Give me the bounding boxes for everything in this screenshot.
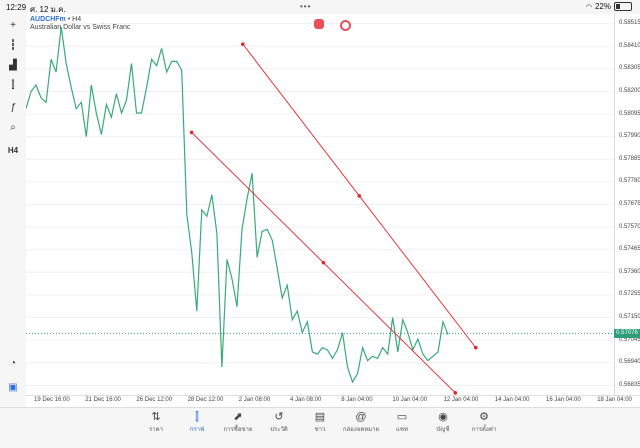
- nav-item-trade[interactable]: ⬈ การซื้อขาย: [218, 410, 258, 434]
- candles-icon[interactable]: ⫿: [5, 80, 21, 94]
- left-toolbar: + ┇ ▟ ⫿ ƒ ⌕ H4 ◔ ▣: [0, 14, 26, 395]
- price-chart[interactable]: [25, 14, 614, 395]
- timeframe-button[interactable]: H4: [5, 146, 21, 160]
- time-tick-label: 12 Jan 04:00: [443, 397, 479, 403]
- symbol-name: AUDCHFm: [30, 16, 66, 23]
- trendline-handle[interactable]: [241, 42, 245, 46]
- nav-item-news[interactable]: ▤ ข่าว: [300, 410, 340, 434]
- battery-percent: 22%: [594, 2, 611, 11]
- time-tick-label: 14 Jan 04:00: [494, 397, 530, 403]
- price-tick-label: 0.56940: [619, 359, 640, 366]
- one-click-trading-icon[interactable]: ▣: [5, 382, 21, 396]
- search-chart-icon[interactable]: ◔: [5, 358, 21, 372]
- bottom-nav: ⇅ ราคา ⫿ กราฟ ⬈ การซื้อขาย ↺ ประวัติ ▤ ข่าว @ กล่อง…: [0, 407, 640, 448]
- price-tick-label: 0.58095: [619, 110, 640, 117]
- nav-item-label: กราฟ: [189, 427, 205, 433]
- price-tick-label: 0.58200: [619, 87, 640, 94]
- nav-item-chart[interactable]: ⫿ กราฟ: [177, 410, 217, 434]
- one-click-icon[interactable]: [340, 20, 351, 31]
- time-tick-label: 21 Dec 16:00: [85, 397, 121, 403]
- buy-sell-toggle-icon[interactable]: [314, 19, 324, 29]
- price-tick-label: 0.57150: [619, 314, 640, 320]
- nav-item-label: ราคา: [149, 427, 163, 433]
- nav-item-quotes[interactable]: ⇅ ราคา: [136, 410, 176, 434]
- trendline-handle[interactable]: [189, 130, 194, 135]
- price-tick-label: 0.58305: [619, 65, 640, 72]
- nav-item-label: ประวัติ: [270, 427, 288, 433]
- objects-icon[interactable]: ⌕: [5, 122, 21, 136]
- time-tick-label: 16 Jan 04:00: [546, 397, 581, 403]
- price-tick-label: 0.57885: [619, 155, 640, 162]
- multitask-dots[interactable]: •••: [300, 2, 311, 11]
- symbol-description: Australian Dollar vs Swiss Franc: [30, 24, 131, 31]
- chat-icon: ▭: [396, 411, 408, 423]
- bar-chart-icon[interactable]: ▟: [5, 60, 21, 74]
- price-tick-label: 0.57570: [619, 223, 640, 230]
- price-tick-label: 0.57675: [619, 201, 640, 207]
- nav-item-label: บัญชี: [436, 427, 450, 433]
- nav-item-settings[interactable]: ⚙ การตั้งค่า: [464, 410, 504, 434]
- chart-icon: ⫿: [195, 411, 199, 423]
- history-icon: ↺: [274, 411, 284, 423]
- nav-item-label: แชท: [396, 427, 408, 433]
- price-tick-label: 0.57465: [619, 246, 640, 253]
- trendline-handle[interactable]: [321, 260, 326, 265]
- status-bar: 12:29 ศ. 12 ม.ค. ••• ◠ 22%: [0, 0, 640, 14]
- status-right: ◠ 22%: [586, 2, 632, 11]
- nav-item-label: การซื้อขาย: [223, 427, 253, 433]
- trendline-handle[interactable]: [357, 194, 362, 198]
- nav-item-label: ข่าว: [314, 427, 326, 433]
- time-tick-label: 10 Jan 04:00: [392, 397, 428, 403]
- settings-icon: ⚙: [479, 411, 489, 423]
- wifi-icon: ◠: [585, 3, 592, 11]
- price-tick-label: 0.58515: [619, 20, 640, 27]
- battery-icon: [614, 2, 632, 11]
- price-tick-label: 0.58410: [619, 42, 640, 49]
- nav-item-chat[interactable]: ▭ แชท: [382, 410, 422, 434]
- price-tick-label: 0.57990: [619, 133, 640, 140]
- mailbox-icon: @: [355, 411, 367, 423]
- current-price-label: 0.57076: [614, 328, 640, 338]
- status-time: 12:29: [6, 3, 27, 12]
- nav-item-label: กล่องจดหมาย: [342, 427, 380, 433]
- indicators-icon[interactable]: ┇: [5, 40, 21, 54]
- time-tick-label: 8 Jan 04:00: [341, 397, 373, 403]
- news-icon: ▤: [314, 411, 326, 423]
- nav-item-mailbox[interactable]: @ กล่องจดหมาย: [341, 410, 381, 434]
- symbol-timeframe: H4: [72, 16, 82, 23]
- chart-canvas: [25, 23, 614, 395]
- price-tick-label: 0.57780: [619, 178, 640, 185]
- time-tick-label: 26 Dec 12:00: [136, 397, 173, 403]
- price-tick-label: 0.57360: [619, 268, 640, 275]
- symbol-info: AUDCHFm • H4 Australian Dollar vs Swiss …: [30, 16, 130, 31]
- price-tick-label: 0.56835: [619, 381, 640, 388]
- trade-icon: ⬈: [233, 411, 243, 423]
- nav-item-account[interactable]: ◉ บัญชี: [423, 410, 463, 434]
- symbol-suffix: •: [67, 16, 71, 23]
- crosshair-icon[interactable]: +: [5, 20, 21, 34]
- quotes-icon: ⇅: [151, 411, 161, 423]
- trendline-handle[interactable]: [473, 345, 478, 350]
- function-icon[interactable]: ƒ: [5, 102, 21, 116]
- time-tick-label: 4 Jan 08:00: [290, 397, 322, 403]
- time-tick-label: 2 Jan 08:00: [238, 397, 271, 403]
- account-icon: ◉: [438, 411, 448, 423]
- nav-item-label: การตั้งค่า: [471, 427, 497, 433]
- time-tick-label: 19 Dec 16:00: [34, 397, 70, 403]
- time-tick-label: 18 Jan 04:00: [597, 397, 632, 403]
- nav-item-history[interactable]: ↺ ประวัติ: [259, 410, 299, 434]
- time-tick-label: 28 Dec 12:00: [187, 397, 224, 403]
- price-tick-label: 0.57255: [619, 291, 640, 298]
